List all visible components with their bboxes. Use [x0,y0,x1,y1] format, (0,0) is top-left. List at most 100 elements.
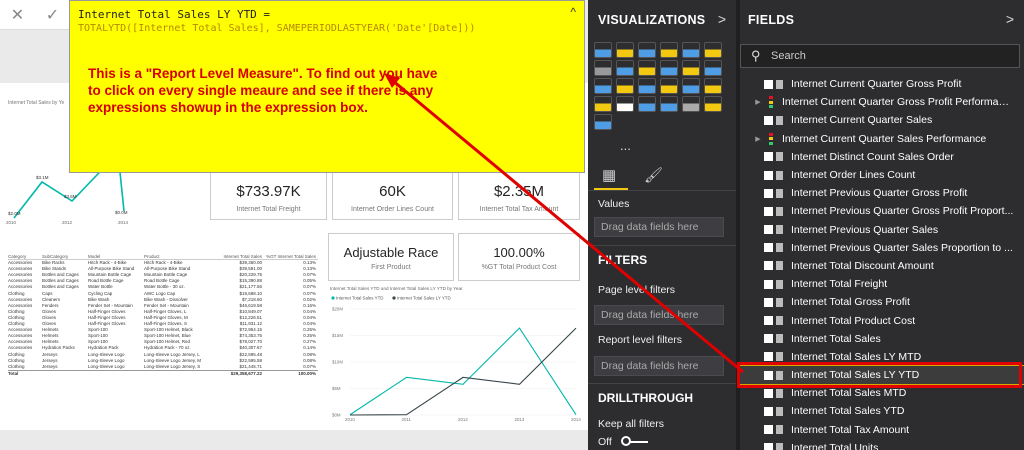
field-item[interactable]: Internet Total Freight [740,275,1024,293]
visual-type-icon[interactable] [704,78,722,94]
field-item[interactable]: Internet Distinct Count Sales Order [740,148,1024,166]
field-item[interactable]: Internet Total Tax Amount [740,421,1024,439]
visual-type-icon[interactable] [616,78,634,94]
field-checkbox[interactable] [764,225,773,235]
field-checkbox[interactable] [764,388,773,398]
field-item[interactable]: ▶ Internet Current Quarter Sales Performa… [740,130,1024,148]
sales-ytd-line-chart[interactable]: Internet Total Sales YTD and Internet To… [328,283,583,423]
field-item[interactable]: Internet Total Sales [740,330,1024,348]
field-item[interactable]: ▶ Internet Current Quarter Gross Profit P… [740,93,1024,111]
card-gt-product-cost[interactable]: 100.00% %GT Total Product Cost [458,233,580,281]
visualizations-pane: VISUALIZATIONS > ... ▦ 🖌 Values Drag dat… [588,0,736,450]
visual-type-icon[interactable] [660,42,678,58]
card-caption: Internet Total Freight [236,206,301,213]
x-tick-label: 2014 [571,417,581,422]
field-label: Internet Distinct Count Sales Order [791,150,954,163]
table-cell: Jerseys [42,363,58,369]
field-item[interactable]: Internet Previous Quarter Gross Profit [740,184,1024,202]
field-checkbox[interactable] [764,406,773,416]
field-item[interactable]: Internet Current Quarter Gross Profit [740,75,1024,93]
field-checkbox[interactable] [764,206,773,216]
cancel-icon[interactable]: ✕ [11,5,24,25]
field-checkbox[interactable] [764,352,773,362]
field-checkbox[interactable] [764,188,773,198]
visual-type-icon[interactable] [594,114,612,130]
field-checkbox[interactable] [764,261,773,271]
field-label: Internet Current Quarter Sales [791,114,933,127]
visual-type-icon[interactable] [594,96,612,112]
ellipsis-icon[interactable]: ... [620,138,631,153]
card-tax-amount[interactable]: $2.35M Internet Total Tax Amount [458,170,580,220]
field-item[interactable]: Internet Total Sales YTD [740,402,1024,420]
visual-type-icon[interactable] [638,78,656,94]
card-order-lines[interactable]: 60K Internet Order Lines Count [332,170,453,220]
visual-type-icon[interactable] [704,42,722,58]
field-checkbox[interactable] [764,170,773,180]
page-filters-dropzone[interactable]: Drag data fields here [594,305,724,325]
card-total-freight[interactable]: $733.97K Internet Total Freight [210,170,327,220]
field-item[interactable]: Internet Total Discount Amount [740,257,1024,275]
expand-arrow-icon[interactable]: ▶ [752,98,764,106]
page-filters-label: Page level filters [598,284,676,296]
card-first-product[interactable]: Adjustable Race First Product [328,233,454,281]
field-checkbox[interactable] [764,297,773,307]
field-item[interactable]: Internet Total Units [740,439,1024,450]
chevron-right-icon[interactable]: > [1006,11,1014,27]
calculator-icon [776,352,783,362]
values-dropzone[interactable]: Drag data fields here [594,217,724,237]
field-checkbox[interactable] [764,316,773,326]
field-checkbox[interactable] [764,243,773,253]
visual-type-icon[interactable] [660,96,678,112]
x-tick-label: 2013 [515,417,525,422]
expand-arrow-icon[interactable]: ▶ [752,135,764,143]
visual-type-icon[interactable] [594,42,612,58]
series-line-1[interactable] [349,327,577,416]
field-item[interactable]: Internet Previous Quarter Sales [740,221,1024,239]
commit-icon[interactable]: ✓ [46,5,59,25]
visual-type-icon[interactable] [682,60,700,76]
visual-type-icon[interactable] [616,96,634,112]
visual-type-icon[interactable] [594,60,612,76]
visual-type-icon[interactable] [638,42,656,58]
visual-type-icon[interactable] [638,60,656,76]
field-item[interactable]: Internet Previous Quarter Gross Profit P… [740,202,1024,220]
series-line-0[interactable] [349,327,577,416]
chevron-right-icon[interactable]: > [718,11,726,27]
small-chart-label: $2.0M [8,211,21,216]
visual-type-icon[interactable] [682,42,700,58]
field-checkbox[interactable] [764,152,773,162]
field-checkbox[interactable] [764,279,773,289]
calculator-icon [776,243,783,253]
field-item[interactable]: Internet Previous Quarter Sales Proporti… [740,239,1024,257]
visual-type-icon[interactable] [594,78,612,94]
visual-type-icon[interactable] [616,60,634,76]
visual-type-icon[interactable] [682,78,700,94]
field-item[interactable]: Internet Total Gross Profit [740,293,1024,311]
fields-search[interactable]: ⚲ Search [740,44,1020,68]
field-checkbox[interactable] [764,443,773,450]
field-item[interactable]: Internet Total Product Cost [740,311,1024,329]
fields-tab-icon[interactable]: ▦ [602,166,616,184]
visual-type-icon[interactable] [682,96,700,112]
y-tick-label: $10M [332,360,343,365]
visual-type-icon[interactable] [638,96,656,112]
field-checkbox[interactable] [764,115,773,125]
field-checkbox[interactable] [764,334,773,344]
visual-type-icon[interactable] [704,96,722,112]
field-item[interactable]: Internet Current Quarter Sales [740,111,1024,129]
visual-type-icon[interactable] [704,60,722,76]
report-filters-dropzone[interactable]: Drag data fields here [594,356,724,376]
toggle-knob[interactable] [621,436,631,446]
format-paint-icon[interactable]: 🖌 [644,166,663,184]
visual-type-icon[interactable] [616,42,634,58]
filters-title: FILTERS [598,253,648,267]
visual-type-icon[interactable] [660,78,678,94]
collapse-icon[interactable]: ^ [570,5,576,19]
field-checkbox[interactable] [764,79,773,89]
legend-marker [392,296,396,300]
visual-type-icon[interactable] [660,60,678,76]
field-checkbox[interactable] [764,425,773,435]
dax-expression-box[interactable]: Internet Total Sales LY YTD = TOTALYTD([… [69,0,585,173]
sales-table[interactable]: Category SubCategory Model Product Internet … [8,254,318,376]
field-item[interactable]: Internet Order Lines Count [740,166,1024,184]
